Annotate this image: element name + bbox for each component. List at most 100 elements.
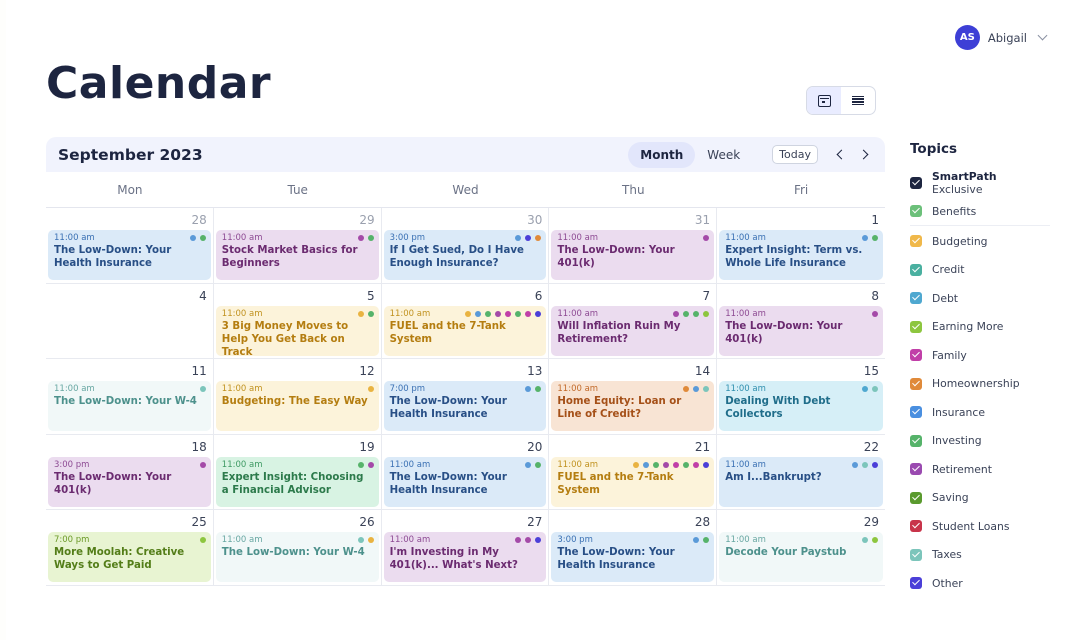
- day-cell[interactable]: 4: [46, 283, 214, 359]
- day-cell[interactable]: 28 11:00 am The Low-Down: Your Health Insu…: [46, 208, 214, 283]
- topic-dots: [515, 537, 542, 544]
- calendar-event[interactable]: 11:00 am FUEL and the 7-Tank System: [383, 305, 547, 356]
- topic-filter-debt[interactable]: Debt: [910, 284, 1050, 313]
- user-menu[interactable]: AS Abigail: [954, 25, 1048, 50]
- calendar-event[interactable]: 11:00 am Expert Insight: Term vs. Whole L…: [719, 230, 883, 280]
- calendar-event[interactable]: 11:00 am Dealing With Debt Collectors: [719, 381, 883, 432]
- topic-dot: [525, 386, 532, 393]
- topic-filter-investing[interactable]: Investing: [910, 427, 1050, 456]
- view-toggle: [806, 86, 876, 115]
- checkbox[interactable]: [910, 548, 922, 561]
- calendar-event[interactable]: 11:00 am Stock Market Basics for Beginner…: [215, 230, 379, 280]
- topic-dot: [357, 235, 364, 241]
- checkbox[interactable]: [910, 235, 922, 248]
- calendar-event[interactable]: 11:00 am FUEL and the 7-Tank System: [551, 456, 715, 507]
- topic-filter-retirement[interactable]: Retirement: [910, 455, 1050, 484]
- day-cell[interactable]: 14 11:00 am Home Equity: Loan or Line of C…: [549, 359, 718, 434]
- day-cell[interactable]: 6 11:00 am FUEL and the 7-Tank System: [382, 283, 550, 359]
- topic-filter-benefits[interactable]: Benefits: [910, 198, 1050, 226]
- day-cell[interactable]: 19 11:00 am Expert Insight: Choosing a Fin…: [214, 434, 382, 510]
- calendar-event[interactable]: 7:00 pm The Low-Down: Your Health Insuran…: [383, 381, 547, 432]
- day-cell[interactable]: 1 11:00 am Expert Insight: Term vs. Whole …: [717, 208, 885, 283]
- calendar-event[interactable]: 11:00 am The Low-Down: Your 401(k): [551, 230, 715, 280]
- checkbox[interactable]: [910, 406, 922, 419]
- day-cell[interactable]: 28 3:00 pm The Low-Down: Your Health Insur…: [549, 510, 718, 585]
- weekday-label: Wed: [452, 182, 479, 197]
- calendar-event[interactable]: 3:00 pm If I Get Sued, Do I Have Enough I…: [383, 230, 547, 280]
- calendar-event[interactable]: 11:00 am The Low-Down: Your 401(k): [719, 305, 883, 356]
- day-cell[interactable]: 11 11:00 am The Low-Down: Your W-4: [46, 359, 214, 434]
- day-cell[interactable]: 5 11:00 am 3 Big Money Moves to Help You G…: [214, 283, 382, 359]
- topic-dots: [862, 537, 878, 544]
- day-cell[interactable]: 8 11:00 am The Low-Down: Your 401(k): [717, 284, 885, 359]
- checkbox[interactable]: [910, 349, 922, 362]
- topic-label: Family: [932, 348, 967, 362]
- topic-label: Investing: [932, 434, 982, 448]
- day-cell[interactable]: 12 11:00 am Budgeting: The Easy Way: [214, 359, 382, 434]
- calendar-event[interactable]: 11:00 am The Low-Down: Your Health Insura…: [48, 230, 211, 280]
- day-number: 7: [702, 288, 711, 303]
- day-cell[interactable]: 31 11:00 am The Low-Down: Your 401(k): [549, 208, 718, 283]
- calendar-event[interactable]: 11:00 am Decode Your Paystub: [719, 532, 883, 583]
- topic-filter-smartpath-exclusive[interactable]: SmartPath Exclusive: [910, 169, 1050, 198]
- day-cell[interactable]: 20 11:00 am The Low-Down: Your Health Insu…: [382, 434, 550, 510]
- day-cell[interactable]: 15 11:00 am Dealing With Debt Collectors: [717, 359, 885, 434]
- checkbox[interactable]: [910, 463, 922, 476]
- checkbox[interactable]: [910, 434, 922, 447]
- day-cell[interactable]: 22 11:00 am Am I...Bankrupt?: [717, 435, 885, 510]
- calendar-event[interactable]: 11:00 am Home Equity: Loan or Line of Cre…: [551, 381, 715, 432]
- month-view-tab[interactable]: Month: [628, 141, 696, 168]
- today-button[interactable]: Today: [772, 145, 818, 164]
- calendar-event[interactable]: 11:00 am 3 Big Money Moves to Help You Ge…: [215, 305, 379, 356]
- topic-filter-other[interactable]: Other: [910, 569, 1050, 598]
- day-cell[interactable]: 25 7:00 pm More Moolah: Creative Ways to G…: [46, 510, 214, 585]
- checkbox[interactable]: [910, 491, 922, 504]
- calendar-event[interactable]: 3:00 pm The Low-Down: Your 401(k): [48, 456, 211, 507]
- calendar-event[interactable]: 11:00 am Will Inflation Ruin My Retiremen…: [551, 305, 715, 356]
- calendar-event[interactable]: 11:00 am The Low-Down: Your W-4: [215, 532, 379, 583]
- event-time: 11:00 am: [54, 384, 95, 395]
- topic-filter-taxes[interactable]: Taxes: [910, 541, 1050, 570]
- calendar-view-button[interactable]: [807, 87, 841, 114]
- topic-filter-saving[interactable]: Saving: [910, 484, 1050, 513]
- day-cell[interactable]: 18 3:00 pm The Low-Down: Your 401(k): [46, 434, 214, 510]
- calendar-event[interactable]: 11:00 am Expert Insight: Choosing a Finan…: [215, 456, 379, 507]
- calendar-event[interactable]: 7:00 pm More Moolah: Creative Ways to Get…: [48, 532, 211, 583]
- checkbox[interactable]: [910, 292, 922, 305]
- calendar-event[interactable]: 11:00 am Budgeting: The Easy Way: [215, 381, 379, 432]
- day-cell[interactable]: 30 3:00 pm If I Get Sued, Do I Have Enough…: [382, 208, 550, 283]
- topic-filter-family[interactable]: Family: [910, 341, 1050, 370]
- checkbox[interactable]: [910, 320, 922, 333]
- checkbox[interactable]: [910, 177, 922, 190]
- chevron-right-icon[interactable]: [858, 149, 869, 160]
- checkbox[interactable]: [910, 520, 922, 533]
- calendar-event[interactable]: 11:00 am The Low-Down: Your Health Insura…: [383, 456, 547, 507]
- checkbox[interactable]: [910, 577, 922, 590]
- topic-filter-insurance[interactable]: Insurance: [910, 398, 1050, 427]
- topics-panel: Topics SmartPath Exclusive Benefits Budge…: [910, 141, 1050, 598]
- calendar-event[interactable]: 11:00 am The Low-Down: Your W-4: [48, 381, 211, 432]
- day-cell[interactable]: 27 11:00 am I'm Investing in My 401(k)... …: [382, 510, 550, 585]
- week-view-tab[interactable]: Week: [695, 142, 752, 168]
- topic-label: Saving: [932, 491, 969, 505]
- topic-filter-earning-more[interactable]: Earning More: [910, 313, 1050, 342]
- list-view-button[interactable]: [841, 87, 875, 114]
- day-cell[interactable]: 29 11:00 am Decode Your Paystub: [717, 510, 885, 585]
- day-cell[interactable]: 29 11:00 am Stock Market Basics for Beginn…: [214, 208, 382, 283]
- checkbox[interactable]: [910, 263, 922, 276]
- calendar-event[interactable]: 11:00 am Am I...Bankrupt?: [719, 456, 883, 507]
- day-cell[interactable]: 7 11:00 am Will Inflation Ruin My Retireme…: [549, 283, 718, 359]
- topic-filter-budgeting[interactable]: Budgeting: [910, 227, 1050, 256]
- event-title: The Low-Down: Your Health Insurance: [389, 471, 507, 496]
- day-cell[interactable]: 26 11:00 am The Low-Down: Your W-4: [214, 510, 382, 585]
- day-cell[interactable]: 21 11:00 am FUEL and the 7-Tank System: [549, 434, 718, 510]
- topic-filter-student-loans[interactable]: Student Loans: [910, 512, 1050, 541]
- checkbox[interactable]: [910, 205, 922, 218]
- topic-filter-homeownership[interactable]: Homeownership: [910, 370, 1050, 399]
- checkbox[interactable]: [910, 377, 922, 390]
- calendar-event[interactable]: 3:00 pm The Low-Down: Your Health Insuran…: [551, 532, 715, 583]
- day-cell[interactable]: 13 7:00 pm The Low-Down: Your Health Insur…: [382, 359, 550, 434]
- calendar-event[interactable]: 11:00 am I'm Investing in My 401(k)... Wh…: [383, 532, 547, 583]
- chevron-left-icon[interactable]: [836, 149, 847, 160]
- topic-filter-credit[interactable]: Credit: [910, 256, 1050, 285]
